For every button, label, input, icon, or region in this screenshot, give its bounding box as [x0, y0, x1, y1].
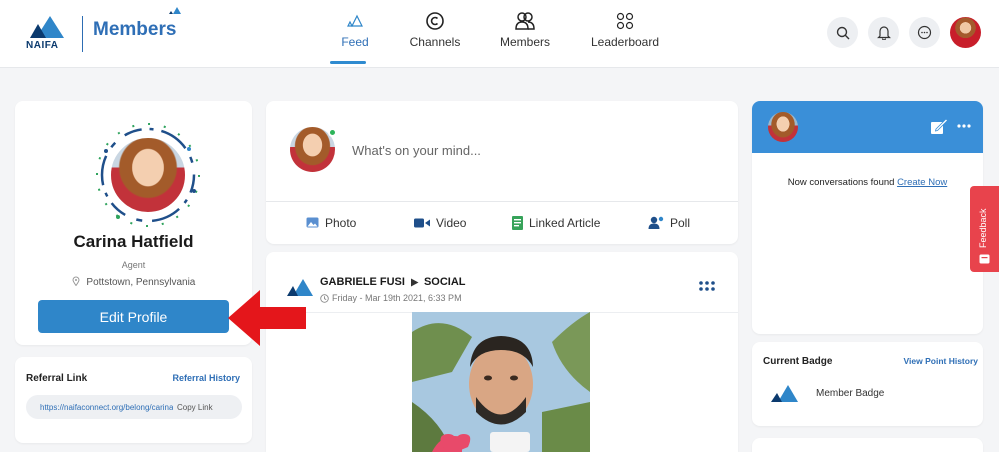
ellipsis-icon[interactable] — [957, 124, 971, 128]
linked-article-button[interactable]: Linked Article — [512, 215, 601, 230]
user-avatar[interactable] — [950, 17, 981, 48]
notifications-button[interactable] — [868, 17, 899, 48]
member-badge-icon — [771, 385, 798, 402]
bell-icon — [876, 26, 891, 40]
tab-members-label: Members — [499, 35, 550, 49]
photo-label: Photo — [325, 215, 357, 230]
logo-divider — [82, 16, 83, 52]
online-status-indicator — [328, 128, 337, 137]
post-timestamp: Friday - Mar 19th 2021, 6:33 PM — [320, 293, 462, 303]
profile-name: Carina Hatfield — [73, 232, 194, 251]
avatar-ring — [94, 121, 202, 229]
channels-icon — [426, 12, 444, 30]
clock-icon — [320, 293, 329, 303]
video-label: Video — [436, 215, 467, 230]
header-actions — [827, 17, 981, 48]
tab-channels-label: Channels — [409, 35, 461, 49]
profile-role: Agent — [121, 260, 146, 270]
chat-icon — [917, 25, 932, 40]
composer-input[interactable]: What's on your mind... — [352, 143, 481, 158]
tab-feed[interactable]: Feed — [320, 0, 390, 68]
video-icon — [414, 218, 430, 227]
brand-logo[interactable]: NAIFA Members — [24, 12, 176, 56]
post-channel[interactable]: SOCIAL — [424, 276, 466, 288]
feed-post: GABRIELE FUSI SOCIAL Friday - Mar 19th 2… — [266, 252, 738, 452]
profile-location-text: Pottstown, Pennsylvania — [86, 277, 196, 288]
profile-avatar[interactable] — [108, 135, 188, 215]
referral-url[interactable]: https://naifaconnect.org/belong/carina — [40, 403, 173, 412]
search-icon — [836, 26, 849, 39]
location-pin-icon — [72, 276, 80, 287]
post-header: GABRIELE FUSI SOCIAL — [320, 276, 466, 288]
current-badge-card: Current Badge View Point History Member … — [752, 342, 983, 426]
post-author[interactable]: GABRIELE FUSI — [320, 276, 405, 288]
post-composer: What's on your mind... Photo Video Linke… — [266, 101, 738, 244]
referral-history-link[interactable]: Referral History — [172, 373, 240, 383]
referral-title: Referral Link — [26, 373, 88, 384]
feedback-icon — [979, 254, 990, 264]
feed-icon — [347, 14, 363, 27]
video-button[interactable]: Video — [414, 216, 466, 230]
tab-leaderboard-label: Leaderboard — [590, 35, 660, 49]
poll-icon — [648, 216, 664, 229]
view-point-history-link[interactable]: View Point History — [904, 356, 978, 366]
copy-link-button[interactable]: Copy Link — [177, 403, 213, 412]
tab-members[interactable]: Members — [480, 0, 570, 68]
conversations-card: Now conversations found Create Now — [752, 101, 983, 334]
naifa-logo: NAIFA — [24, 12, 76, 56]
post-photo — [412, 312, 590, 452]
conversations-avatar[interactable] — [768, 112, 798, 142]
badge-name: Member Badge — [816, 388, 885, 399]
feedback-label: Feedback — [978, 208, 988, 248]
more-options-icon[interactable] — [698, 280, 716, 292]
feedback-tab[interactable]: Feedback — [970, 186, 999, 272]
naifa-logo-text: NAIFA — [26, 40, 59, 51]
photo-button[interactable]: Photo — [306, 216, 356, 230]
referral-card: Referral Link Referral History https://n… — [15, 357, 252, 443]
profile-card: Carina Hatfield Agent Pottstown, Pennsyl… — [15, 101, 252, 345]
poll-button[interactable]: Poll — [648, 216, 690, 230]
arrow-right-icon — [410, 278, 419, 286]
search-button[interactable] — [827, 17, 858, 48]
post-image[interactable] — [412, 312, 590, 452]
profile-location: Pottstown, Pennsylvania — [15, 276, 252, 288]
linked-article-label: Linked Article — [529, 215, 601, 230]
members-icon — [515, 12, 535, 30]
tab-feed-label: Feed — [341, 35, 369, 49]
photo-icon — [306, 217, 319, 228]
tab-channels[interactable]: Channels — [390, 0, 480, 68]
members-logo-text: Members — [93, 19, 177, 40]
main-nav: Feed Channels Members Leaderboard — [320, 0, 680, 68]
referral-link-box: https://naifaconnect.org/belong/carina C… — [26, 395, 242, 419]
members-mark-icon — [169, 7, 181, 14]
conversations-empty-text: Now conversations found — [787, 177, 895, 188]
top-header: NAIFA Members Feed Channels Members Lead… — [0, 0, 999, 68]
composer-actions: Photo Video Linked Article Poll — [266, 201, 738, 244]
conversations-header — [752, 101, 983, 153]
leaderboard-icon — [616, 12, 634, 30]
poll-label: Poll — [670, 215, 691, 230]
create-conversation-link[interactable]: Create Now — [897, 177, 947, 188]
compose-message-icon[interactable] — [930, 118, 948, 135]
messages-button[interactable] — [909, 17, 940, 48]
tab-leaderboard[interactable]: Leaderboard — [570, 0, 680, 68]
post-time-text: Friday - Mar 19th 2021, 6:33 PM — [332, 293, 462, 303]
badge-title: Current Badge — [763, 356, 833, 367]
article-icon — [512, 215, 523, 230]
red-arrow-annotation — [228, 290, 306, 346]
edit-profile-button[interactable]: Edit Profile — [38, 300, 229, 333]
conversations-empty-state: Now conversations found Create Now — [752, 177, 983, 188]
right-column-card — [752, 438, 983, 452]
